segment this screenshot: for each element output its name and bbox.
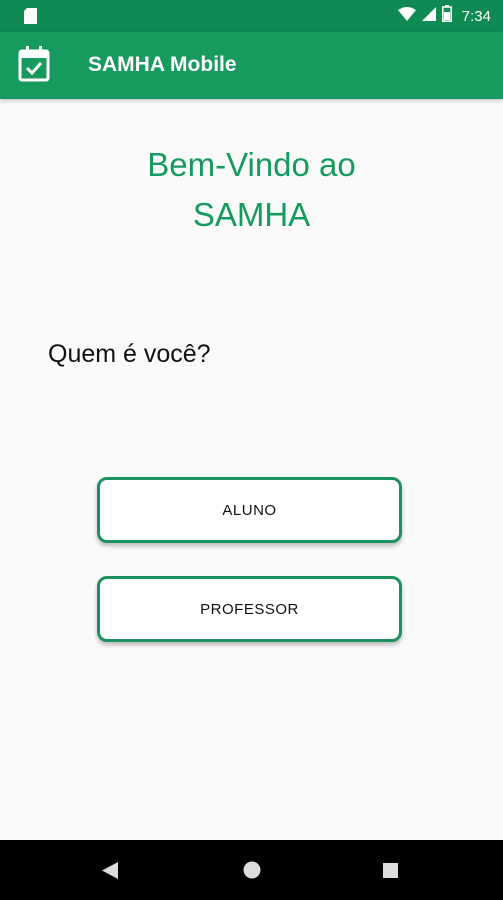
welcome-line-1: Bem-Vindo ao xyxy=(147,146,356,183)
welcome-line-2: SAMHA xyxy=(192,196,311,233)
navigation-bar xyxy=(0,840,503,900)
back-icon[interactable] xyxy=(102,862,118,884)
battery-icon xyxy=(441,5,452,27)
sd-card-icon xyxy=(24,8,37,29)
status-time: 7:34 xyxy=(461,7,491,25)
signal-icon xyxy=(421,6,436,26)
recents-icon[interactable] xyxy=(383,863,398,883)
calendar-check-icon[interactable] xyxy=(18,46,50,87)
status-icons: 7:34 xyxy=(397,5,491,27)
home-icon[interactable] xyxy=(243,861,261,884)
wifi-icon xyxy=(397,6,416,26)
welcome-heading: Bem-Vindo ao SAMHA xyxy=(0,140,503,240)
question-label: Quem é você? xyxy=(48,340,211,368)
aluno-button[interactable]: ALUNO xyxy=(97,477,402,543)
app-bar: SAMHA Mobile xyxy=(0,32,503,99)
app-title: SAMHA Mobile xyxy=(88,53,237,76)
status-bar: 7:34 xyxy=(0,0,503,32)
professor-button[interactable]: PROFESSOR xyxy=(97,576,402,642)
